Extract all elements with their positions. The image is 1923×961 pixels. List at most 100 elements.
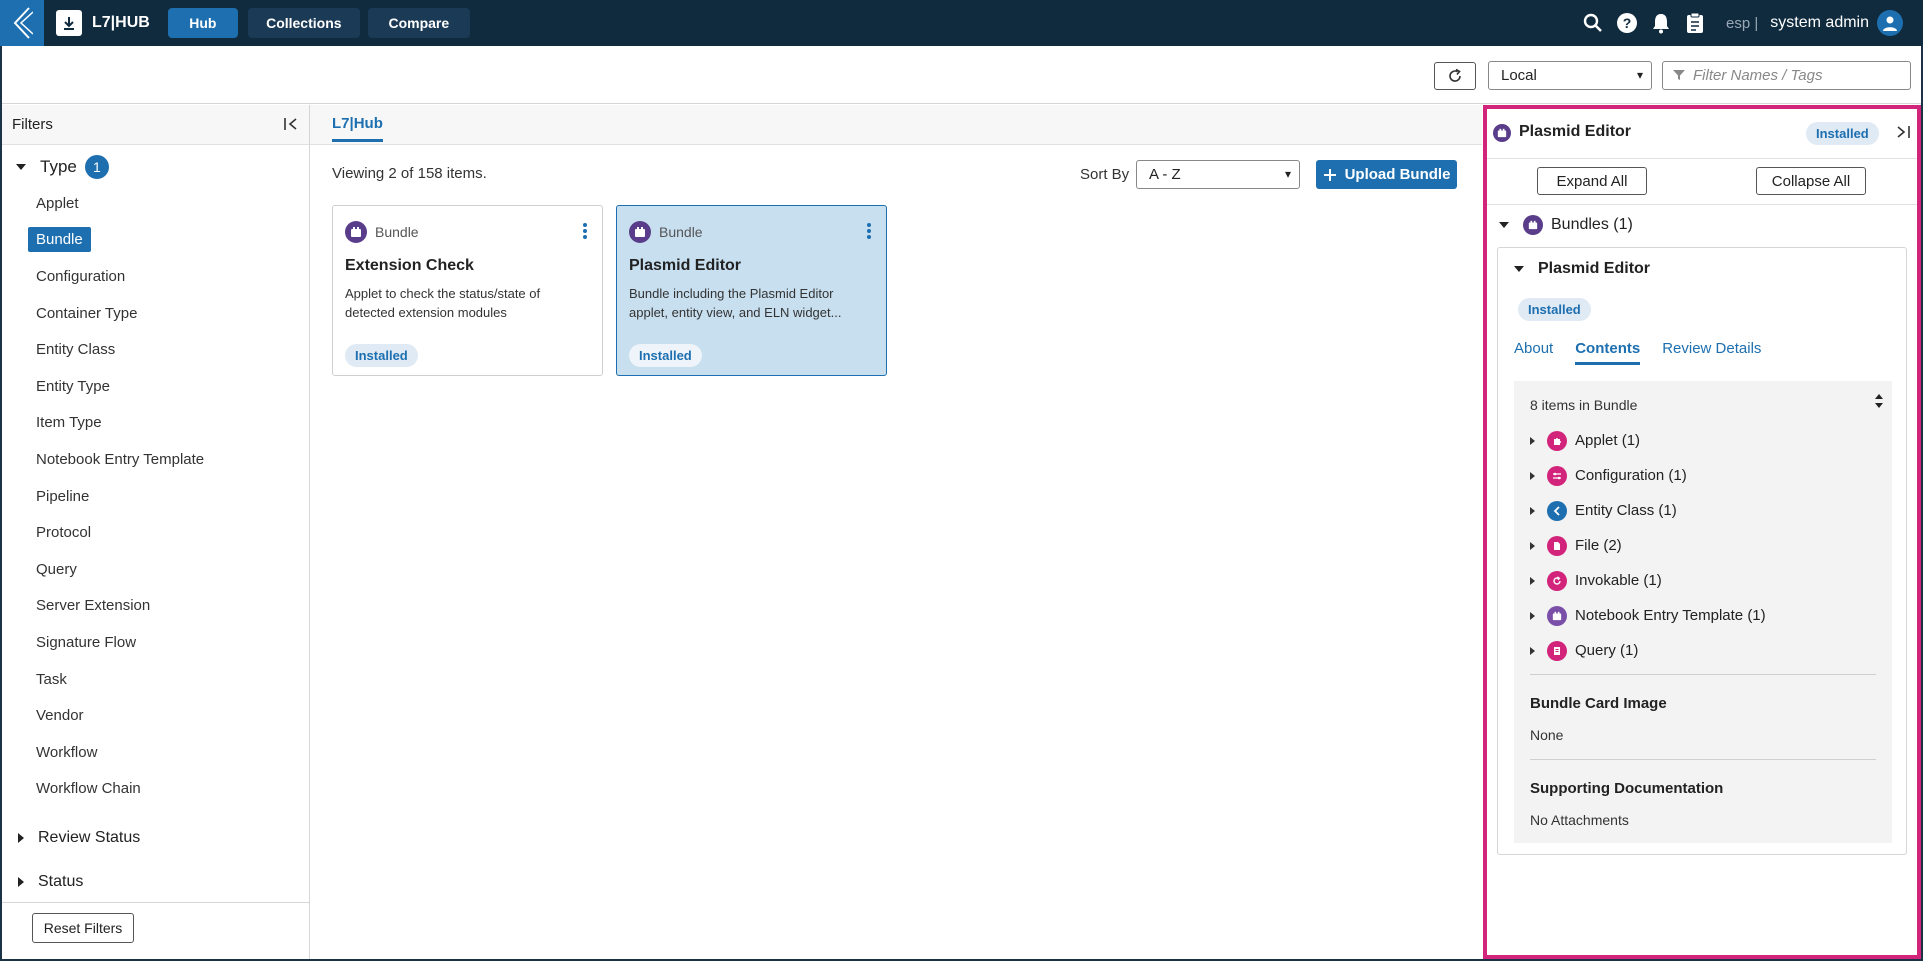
sort-select-value: A - Z [1149,166,1181,183]
divider [1487,204,1917,205]
type-item-entity-class[interactable]: Entity Class [36,331,212,368]
supporting-docs-label: Supporting Documentation [1530,780,1724,797]
source-select[interactable]: Local ▾ [1488,61,1652,90]
details-panel: Plasmid Editor Installed Expand All Coll… [1483,105,1921,959]
divider [1530,674,1876,675]
caret-right-icon [1530,611,1535,620]
type-item-applet[interactable]: Applet [36,185,212,222]
contents-item-invokable[interactable]: Invokable (1) [1530,563,1766,598]
status-badge: Installed [629,344,702,367]
sort-label: Sort By [1080,166,1130,183]
bundle-icon [1523,215,1543,235]
card-type: Bundle [629,221,703,243]
status-badge: Installed [345,344,418,367]
toolbar: Local ▾ Filter Names / Tags [2,46,1921,104]
type-item-signature-flow[interactable]: Signature Flow [36,624,212,661]
type-filter-header[interactable]: Type 1 [16,155,109,179]
type-item-item-type[interactable]: Item Type [36,405,212,442]
refresh-button[interactable] [1434,62,1476,90]
contents-item-file[interactable]: File (2) [1530,528,1766,563]
type-item-pipeline[interactable]: Pipeline [36,478,212,515]
caret-right-icon [1530,541,1535,550]
type-item-bundle[interactable]: Bundle [28,222,212,259]
contents-item-entity-class[interactable]: Entity Class (1) [1530,493,1766,528]
contents-panel: 8 items in Bundle Applet (1) Configurati… [1514,381,1892,843]
contents-list: Applet (1) Configuration (1) Entity Clas… [1530,423,1766,668]
search-icon[interactable] [1580,10,1606,36]
nav-compare[interactable]: Compare [367,8,470,38]
close-panel-icon[interactable] [1895,124,1911,145]
kebab-menu-icon[interactable] [582,222,588,245]
type-item-container-type[interactable]: Container Type [36,295,212,332]
review-status-filter-header[interactable]: Review Status [18,829,140,847]
contents-item-applet[interactable]: Applet (1) [1530,423,1766,458]
refresh-icon [1449,68,1461,82]
nav-collections[interactable]: Collections [247,8,360,38]
language-selector[interactable]: esp | [1726,15,1758,32]
bundle-card-plasmid-editor[interactable]: Bundle Plasmid Editor Bundle including t… [616,205,887,376]
chevron-down-icon: ▾ [1636,68,1643,82]
tab-review-details[interactable]: Review Details [1662,340,1761,365]
type-item-workflow-chain[interactable]: Workflow Chain [36,771,212,808]
card-description: Bundle including the Plasmid Editor appl… [629,286,842,320]
caret-down-icon [1514,266,1524,272]
user-name[interactable]: system admin [1770,14,1869,32]
bundle-icon [629,221,651,243]
bundle-detail-header[interactable]: Plasmid Editor [1514,260,1650,278]
type-item-query[interactable]: Query [36,551,212,588]
review-status-label: Review Status [38,829,141,846]
type-item-configuration[interactable]: Configuration [36,258,212,295]
type-item-notebook-entry-template[interactable]: Notebook Entry Template [36,441,212,478]
puzzle-icon [1547,430,1567,451]
app-logo[interactable]: L7|HUB [56,10,150,36]
download-icon [56,10,82,36]
chevron-left-icon [1547,500,1567,521]
sort-toggle-icon[interactable] [1874,393,1884,414]
funnel-icon [1673,68,1685,85]
bundle-card-image-value: None [1530,727,1564,743]
contents-item-query[interactable]: Query (1) [1530,633,1766,668]
status-filter-header[interactable]: Status [18,873,83,891]
type-item-workflow[interactable]: Workflow [36,734,212,771]
type-item-task[interactable]: Task [36,661,212,698]
notebook-icon [1547,605,1567,626]
user-avatar-icon[interactable] [1877,10,1903,36]
type-filter-label: Type [40,157,77,176]
caret-right-icon [18,833,24,843]
caret-right-icon [1530,506,1535,515]
card-type-label: Bundle [375,224,419,240]
type-item-server-extension[interactable]: Server Extension [36,588,212,625]
bell-icon[interactable] [1648,10,1674,36]
status-label: Status [38,873,84,890]
sort-select[interactable]: A - Z ▾ [1136,160,1300,189]
type-count-badge: 1 [84,155,109,179]
tab-contents[interactable]: Contents [1575,340,1641,365]
bundles-group-header[interactable]: Bundles (1) [1499,215,1633,235]
kebab-menu-icon[interactable] [866,222,872,245]
viewing-count: Viewing 2 of 158 items. [332,165,487,182]
expand-all-button[interactable]: Expand All [1537,167,1647,195]
collapse-sidebar-icon[interactable] [283,116,299,136]
type-item-protocol[interactable]: Protocol [36,514,212,551]
type-item-entity-type[interactable]: Entity Type [36,368,212,405]
bundle-detail-title: Plasmid Editor [1538,260,1651,277]
contents-item-notebook-entry-template[interactable]: Notebook Entry Template (1) [1530,598,1766,633]
filter-names-input[interactable]: Filter Names / Tags [1662,61,1911,90]
reset-filters-button[interactable]: Reset Filters [32,913,134,943]
collapse-all-button[interactable]: Collapse All [1756,167,1866,195]
tab-about[interactable]: About [1514,340,1553,365]
help-icon[interactable]: ? [1614,10,1640,36]
bundle-card-extension-check[interactable]: Bundle Extension Check Applet to check t… [332,205,603,376]
nav-hub[interactable]: Hub [167,8,238,38]
bundles-group-label: Bundles (1) [1551,216,1633,233]
supporting-docs-value: No Attachments [1530,812,1629,828]
clipboard-icon[interactable] [1682,10,1708,36]
upload-bundle-label: Upload Bundle [1344,166,1451,183]
type-item-vendor[interactable]: Vendor [36,697,212,734]
query-icon [1547,640,1567,661]
tab-l7hub[interactable]: L7|Hub [332,115,383,142]
contents-item-configuration[interactable]: Configuration (1) [1530,458,1766,493]
upload-bundle-button[interactable]: Upload Bundle [1316,160,1457,189]
caret-right-icon [1530,471,1535,480]
back-button[interactable] [0,0,44,46]
